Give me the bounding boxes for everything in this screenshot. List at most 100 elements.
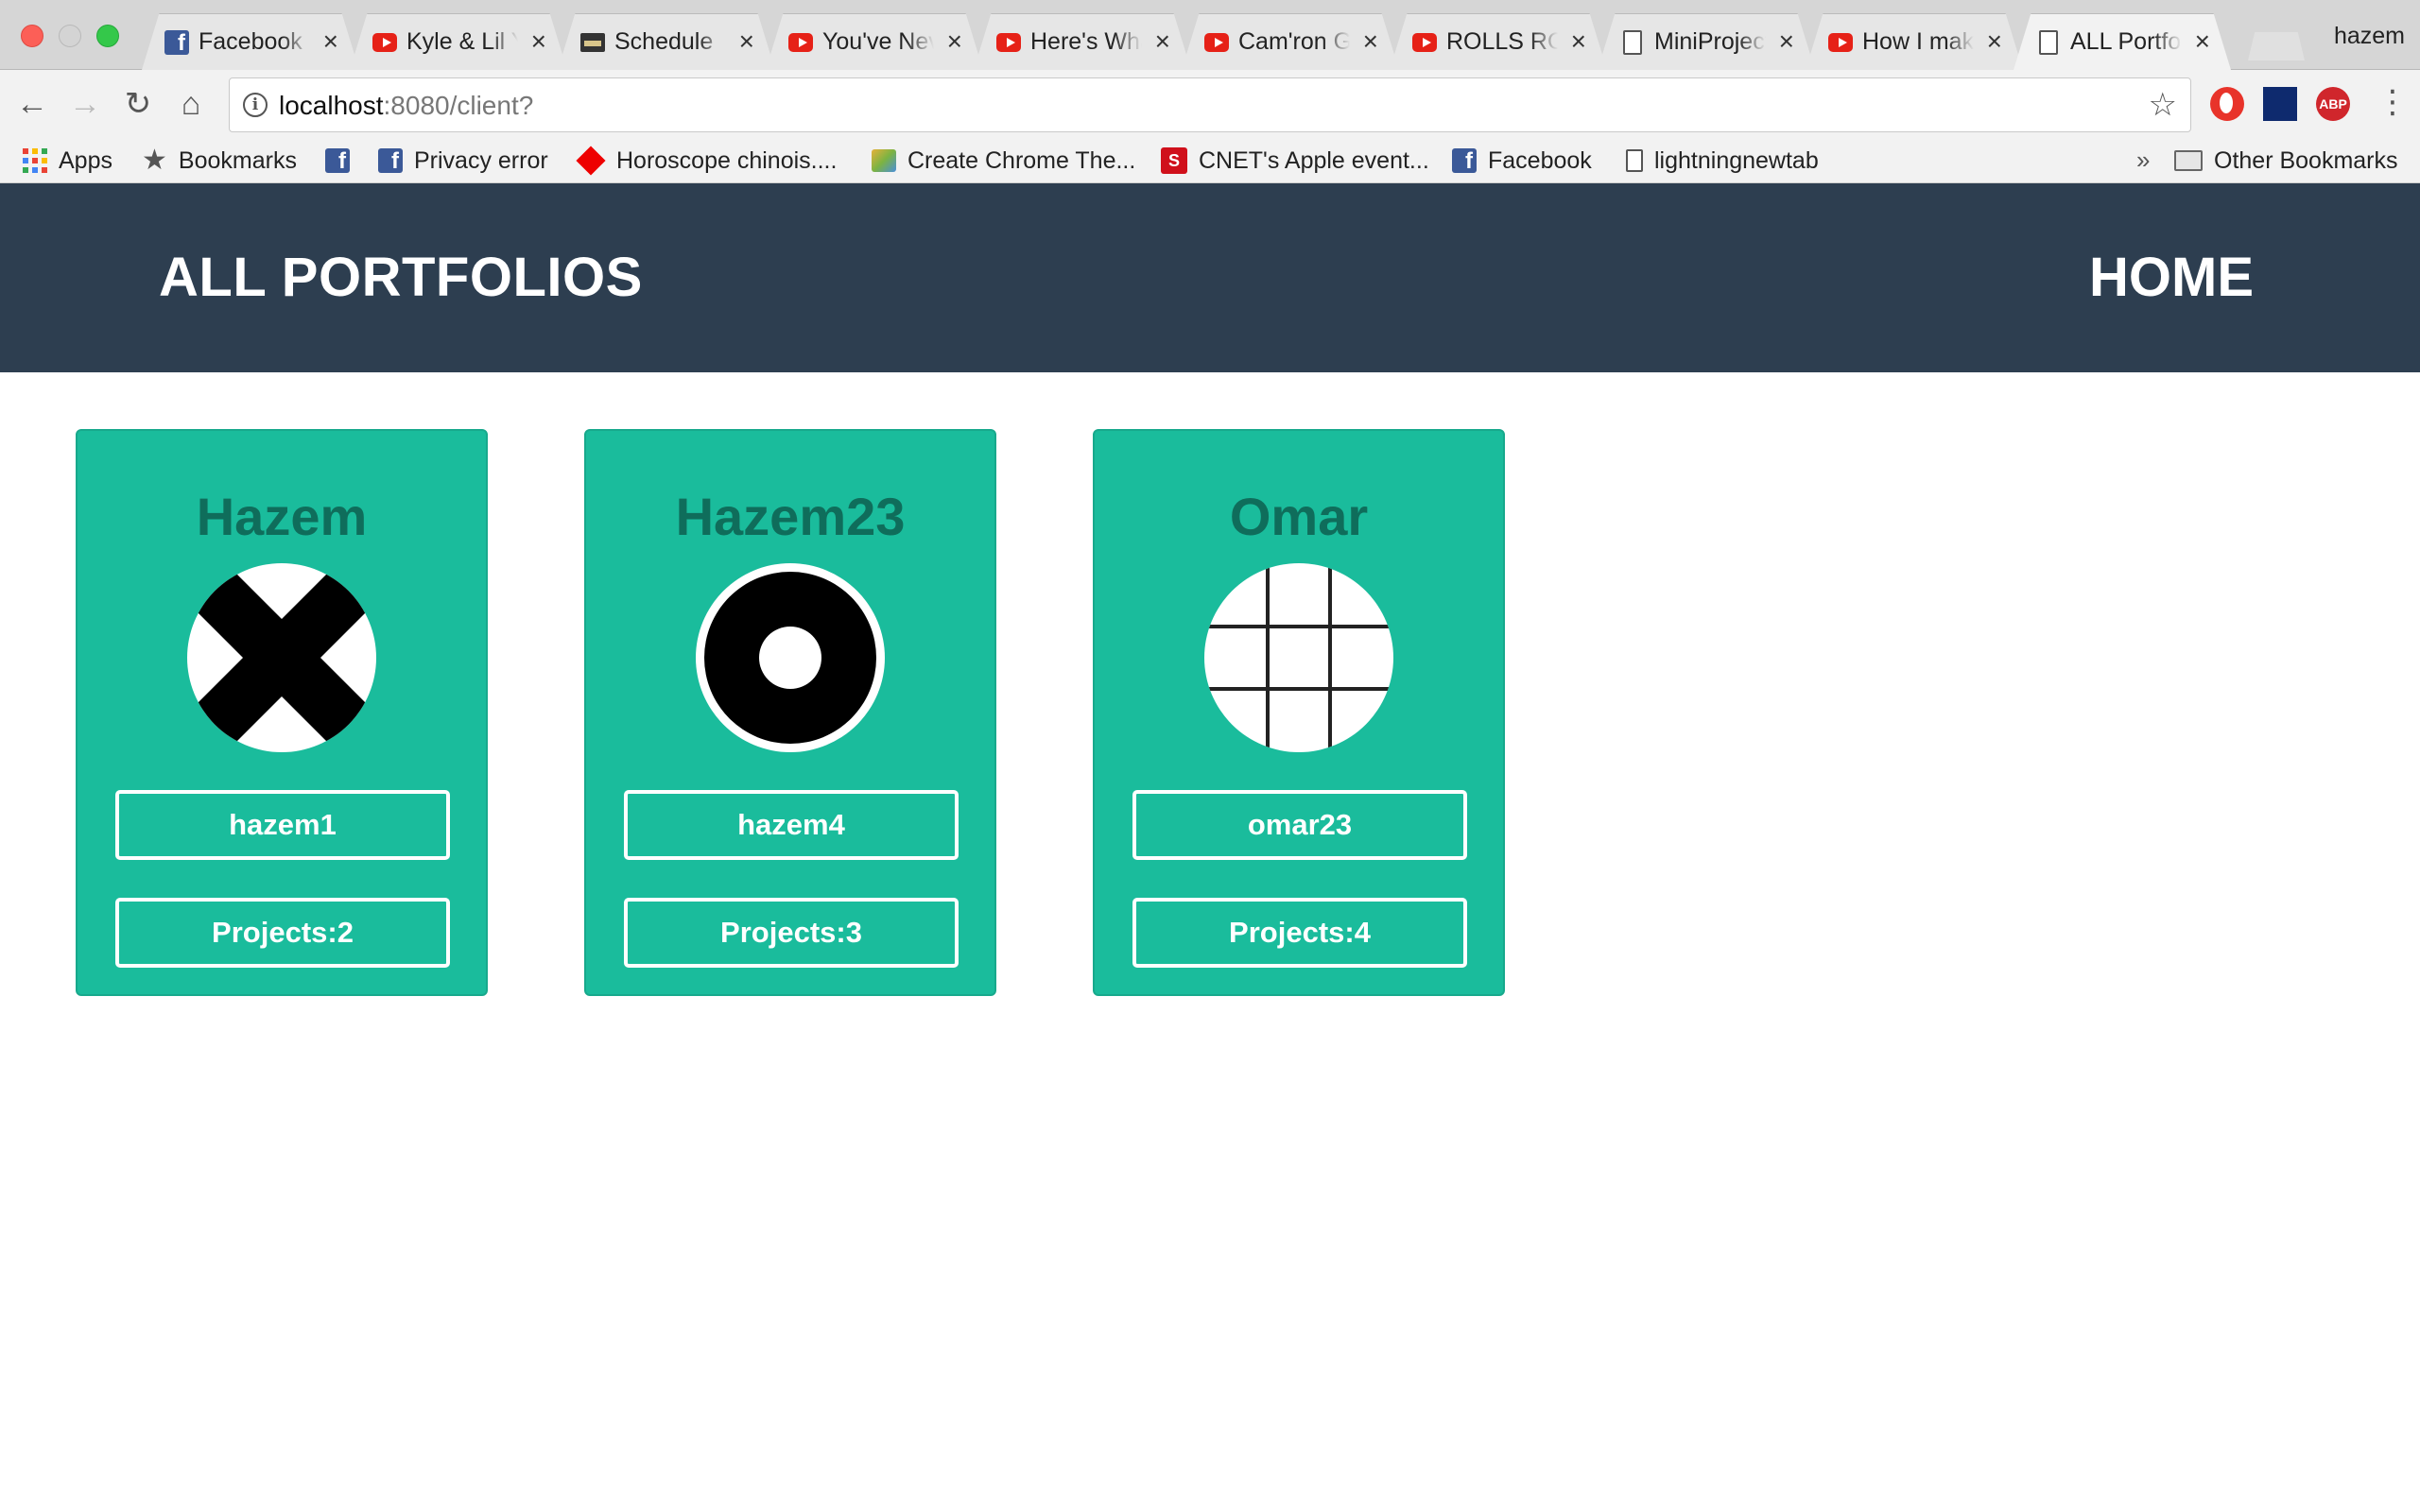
bookmark-label: Apps: [59, 146, 112, 174]
projects-button[interactable]: Projects:3: [624, 898, 959, 968]
close-window-button[interactable]: [21, 25, 43, 47]
browser-tab[interactable]: ROLLS ROYCE ×: [1390, 13, 1607, 70]
browser-tab[interactable]: Cam'ron Girl ×: [1182, 13, 1399, 70]
tab-close-icon[interactable]: ×: [1779, 27, 1794, 56]
opera-extension-icon[interactable]: [2210, 87, 2244, 121]
browser-toolbar: ← → ↻ ⌂ i localhost:8080/client? ☆ ABP ⋮: [0, 70, 2420, 140]
tab-close-icon[interactable]: ×: [2195, 27, 2210, 56]
site-info-icon[interactable]: i: [243, 93, 268, 117]
facebook-icon: f: [378, 148, 403, 173]
facebook-icon: f: [164, 30, 189, 55]
portfolio-card[interactable]: Hazem hazem1 Projects:2: [76, 429, 488, 996]
projects-button[interactable]: Projects:4: [1132, 898, 1467, 968]
tab-close-icon[interactable]: ×: [947, 27, 962, 56]
tab-close-icon[interactable]: ×: [531, 27, 546, 56]
bookmark-lightningnewtab[interactable]: lightningnewtab: [1626, 144, 1819, 178]
username-button[interactable]: hazem1: [115, 790, 450, 860]
cnet-icon: S: [1161, 147, 1187, 174]
url-path: :8080/client?: [383, 91, 534, 120]
tab-title: Cam'ron Girl: [1238, 28, 1350, 55]
home-link[interactable]: HOME: [2089, 246, 2254, 309]
portfolio-name: Hazem23: [675, 487, 906, 546]
browser-tab[interactable]: MiniProject ×: [1598, 13, 1815, 70]
bookmark-facebook[interactable]: f Facebook: [1452, 144, 1592, 178]
facebook-icon: f: [325, 148, 350, 173]
browser-tab[interactable]: Schedule ×: [558, 13, 775, 70]
url-host: localhost: [279, 91, 384, 120]
tab-close-icon[interactable]: ×: [1155, 27, 1170, 56]
browser-menu-icon[interactable]: ⋮: [2377, 83, 2409, 121]
bookmark-label: CNET's Apple event...: [1199, 146, 1429, 174]
page-header: ALL PORTFOLIOS HOME: [0, 183, 2420, 372]
browser-tab-strip: f Facebook × Kyle & Lil Yachty × Schedul…: [0, 0, 2420, 70]
reload-icon[interactable]: ↻: [119, 85, 157, 123]
youtube-icon: [1412, 30, 1437, 55]
page-title: ALL PORTFOLIOS: [159, 247, 643, 308]
tab-close-icon[interactable]: ×: [1987, 27, 2002, 56]
forward-arrow-icon[interactable]: →: [66, 85, 104, 123]
username-button[interactable]: hazem4: [624, 790, 959, 860]
bookmark-privacy-error[interactable]: f Privacy error: [378, 144, 548, 178]
address-bar[interactable]: i localhost:8080/client? ☆: [229, 77, 2191, 132]
facebook-icon: f: [1452, 148, 1477, 173]
bookmark-facebook-icon-only[interactable]: f: [325, 144, 361, 178]
paint-icon: [872, 149, 896, 172]
bookmark-bookmarks[interactable]: ★ Bookmarks: [142, 144, 297, 178]
youtube-icon: [1204, 30, 1229, 55]
diamond-icon: [576, 146, 606, 176]
tab-close-icon[interactable]: ×: [739, 27, 754, 56]
bookmark-label: lightningnewtab: [1654, 146, 1819, 174]
adblock-plus-icon[interactable]: ABP: [2316, 87, 2350, 121]
tab-close-icon[interactable]: ×: [1363, 27, 1378, 56]
bookmark-create-chrome-theme[interactable]: Create Chrome The...: [872, 144, 1135, 178]
tab-title: Kyle & Lil Yachty: [406, 28, 518, 55]
bookmark-star-icon[interactable]: ☆: [2149, 86, 2177, 124]
portfolio-card[interactable]: Omar omar23 Projects:4: [1093, 429, 1505, 996]
browser-tab[interactable]: Here's What ×: [974, 13, 1191, 70]
username-button[interactable]: omar23: [1132, 790, 1467, 860]
bookmark-label: Bookmarks: [178, 146, 297, 174]
minimize-window-button[interactable]: [59, 25, 81, 47]
back-arrow-icon[interactable]: ←: [13, 85, 51, 123]
bookmark-label: Privacy error: [414, 146, 548, 174]
tab-close-icon[interactable]: ×: [323, 27, 338, 56]
tab-title: How I make: [1862, 28, 1974, 55]
profile-name[interactable]: hazem: [2334, 23, 2405, 50]
address-url[interactable]: localhost:8080/client?: [279, 91, 533, 121]
tab-title: MiniProject: [1654, 28, 1766, 55]
bookmarks-overflow-icon[interactable]: »: [2136, 146, 2150, 175]
other-bookmarks[interactable]: Other Bookmarks: [2174, 144, 2398, 178]
new-tab-button[interactable]: [2248, 32, 2305, 60]
apps-icon: [23, 148, 47, 173]
tab-title: Schedule: [614, 28, 714, 55]
browser-tab[interactable]: How I make ×: [1806, 13, 2023, 70]
projects-button[interactable]: Projects:2: [115, 898, 450, 968]
portfolio-name: Omar: [1229, 487, 1369, 546]
bookmark-cnet[interactable]: S CNET's Apple event...: [1161, 144, 1429, 178]
ring-avatar-icon: [696, 563, 885, 752]
browser-tab[interactable]: Kyle & Lil Yachty ×: [350, 13, 567, 70]
browser-tab-active[interactable]: ALL Portfolios ×: [2014, 13, 2231, 70]
grid-avatar-icon: [1204, 563, 1393, 752]
folder-icon: [2174, 150, 2203, 171]
youtube-icon: [1828, 30, 1853, 55]
bookmark-label: Horoscope chinois....: [616, 146, 838, 174]
youtube-icon: [372, 30, 397, 55]
tab-title: You've Never Seen: [822, 28, 934, 55]
home-icon[interactable]: ⌂: [172, 85, 210, 123]
portfolio-card[interactable]: Hazem23 hazem4 Projects:3: [584, 429, 996, 996]
tab-close-icon[interactable]: ×: [1571, 27, 1586, 56]
bookmark-label: Create Chrome The...: [908, 146, 1136, 174]
portfolio-list: Hazem hazem1 Projects:2 Hazem23 hazem4 P…: [0, 372, 2420, 1512]
extension-icon[interactable]: [2263, 87, 2297, 121]
star-icon: ★: [142, 145, 167, 176]
browser-tab[interactable]: You've Never Seen ×: [766, 13, 983, 70]
youtube-icon: [788, 30, 813, 55]
portfolio-name: Hazem: [196, 487, 368, 546]
tab-title: Facebook: [199, 28, 302, 55]
document-icon: [1626, 149, 1643, 172]
bookmark-apps[interactable]: Apps: [23, 144, 112, 178]
bookmark-horoscope[interactable]: Horoscope chinois....: [576, 144, 838, 178]
browser-tab[interactable]: f Facebook ×: [142, 13, 359, 70]
maximize-window-button[interactable]: [96, 25, 119, 47]
